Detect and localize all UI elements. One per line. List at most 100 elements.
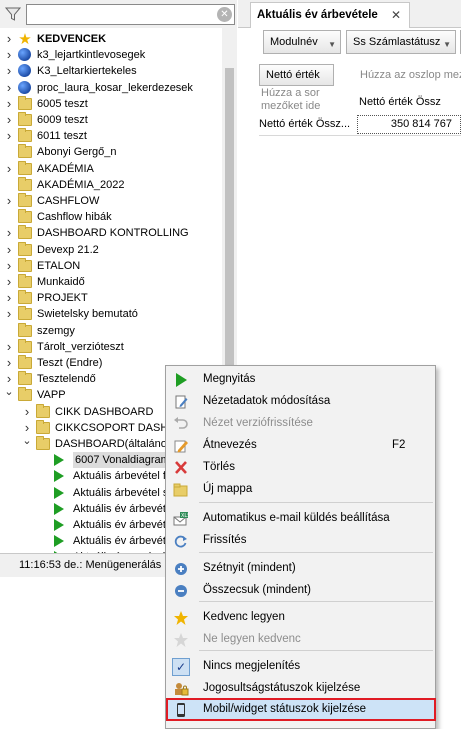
expand-chevron-icon[interactable]: › — [4, 193, 14, 209]
collapse-chevron-icon[interactable]: ⌄ — [22, 436, 32, 452]
tree-item-label: ETALON — [37, 259, 81, 272]
tree-item[interactable]: › ETALON — [4, 257, 222, 274]
column-header[interactable]: Nettó érték Össz — [359, 96, 441, 108]
expand-chevron-icon[interactable]: › — [22, 404, 32, 420]
tree-item[interactable]: szemgy — [4, 322, 222, 339]
no-expander — [4, 209, 14, 225]
menu-item[interactable]: Kedvenc legyen — [167, 607, 435, 629]
tab-strip: Aktuális év árbevétele ✕ — [238, 0, 461, 28]
tree-item[interactable]: › proc_laura_kosar_lekerdezesek — [4, 80, 222, 96]
tree-item[interactable]: › Tárolt_verzióteszt — [4, 338, 222, 355]
scrollbar-thumb[interactable] — [225, 68, 234, 368]
folder-icon — [18, 355, 32, 369]
no-expander — [40, 452, 50, 468]
measure-field-button[interactable]: Nettó érték — [259, 64, 334, 86]
menu-item-label: Törlés — [203, 461, 235, 473]
field-button-modulnev[interactable]: Modulnév ▼ — [263, 30, 341, 54]
tree-item-label: Aktuális árbevétel s — [73, 486, 169, 499]
tree-item[interactable]: › 6011 teszt — [4, 128, 222, 144]
menu-item[interactable]: Frissítés — [167, 530, 435, 552]
collapse-chevron-icon[interactable]: ⌄ — [4, 387, 14, 403]
globe-icon — [18, 48, 31, 62]
folder-icon — [18, 112, 32, 126]
expand-chevron-icon[interactable]: › — [4, 96, 14, 112]
folder-icon — [18, 257, 32, 272]
tree-item[interactable]: › PROJEKT — [4, 290, 222, 306]
tree-item[interactable]: › k3_lejartkintlevosegek — [4, 47, 222, 63]
expand-chevron-icon[interactable]: › — [4, 306, 14, 322]
filter-funnel-icon[interactable] — [4, 5, 22, 23]
menu-item-label: Kedvenc legyen — [203, 611, 285, 623]
folder-icon — [18, 371, 32, 386]
filter-funnel-icon[interactable]: ▼ — [443, 34, 451, 56]
globe-icon — [18, 64, 31, 78]
rename-pencil-icon — [173, 439, 189, 453]
tree-item-label: PROJEKT — [37, 292, 88, 305]
menu-item[interactable]: Új mappa — [167, 479, 435, 501]
expand-chevron-icon[interactable]: › — [22, 420, 32, 436]
expand-chevron-icon[interactable]: › — [4, 161, 14, 177]
tree-item[interactable]: › 6009 teszt — [4, 112, 222, 128]
grand-total-cell[interactable]: 350 814 767 — [357, 115, 461, 134]
clear-search-icon[interactable]: ✕ — [217, 7, 232, 22]
tree-item-label: k3_lejartkintlevosegek — [37, 49, 146, 62]
tree-item[interactable]: AKADÉMIA_2022 — [4, 176, 222, 193]
expand-chevron-icon[interactable]: › — [4, 128, 14, 144]
menu-item[interactable]: Összecsuk (mindent) — [167, 580, 435, 602]
menu-item[interactable]: Nézetadatok módosítása — [167, 391, 435, 413]
undo-icon — [173, 417, 189, 431]
expand-chevron-icon[interactable]: › — [4, 371, 14, 387]
no-expander — [40, 468, 50, 484]
tree-item-label: Tárolt_verzióteszt — [37, 340, 124, 353]
folder-icon — [36, 436, 50, 450]
expand-chevron-icon[interactable]: › — [4, 63, 14, 79]
tree-item[interactable]: › CASHFLOW — [4, 193, 222, 209]
menu-item[interactable]: Megnyitás — [167, 369, 435, 391]
field-button-szamlastatusz[interactable]: Ss Számlastátusz ▼ — [346, 30, 456, 54]
tree-item[interactable]: › Munkaidő — [4, 274, 222, 290]
expand-chevron-icon[interactable]: › — [4, 80, 14, 96]
filter-funnel-icon[interactable]: ▼ — [328, 34, 336, 56]
tree-item[interactable]: › Devexp 21.2 — [4, 241, 222, 258]
tree-item-label: Munkaidő — [37, 276, 85, 288]
expand-chevron-icon[interactable]: › — [4, 355, 14, 371]
menu-item-label: Mobil/widget státuszok kijelzése — [203, 703, 366, 715]
no-expander — [40, 517, 50, 533]
tree-item-label: 6011 teszt — [37, 130, 87, 143]
expand-chevron-icon[interactable]: › — [4, 225, 14, 241]
tab-current-year-revenue[interactable]: Aktuális év árbevétele ✕ — [250, 2, 410, 28]
menu-item[interactable]: XLS Automatikus e-mail küldés beállítása — [167, 508, 435, 530]
expand-chevron-icon[interactable]: › — [4, 258, 14, 274]
expand-chevron-icon[interactable]: › — [4, 274, 14, 290]
expand-chevron-icon[interactable]: › — [4, 47, 14, 63]
tree-item-label: Devexp 21.2 — [37, 243, 99, 256]
tree-search-input[interactable] — [27, 5, 207, 24]
context-menu: Megnyitás Nézetadatok módosítása Nézet ver… — [165, 365, 436, 729]
tree-item[interactable]: › DASHBOARD KONTROLLING — [4, 225, 222, 241]
tree-item[interactable]: Cashflow hibák — [4, 209, 222, 225]
menu-item[interactable]: Szétnyit (mindent) — [167, 558, 435, 580]
menu-item[interactable]: Átnevezés F2 — [167, 435, 435, 457]
expand-chevron-icon[interactable]: › — [4, 242, 14, 258]
field-button-label: Ss Számlastátusz — [353, 36, 441, 48]
tree-item[interactable]: Abonyi Gergő_n — [4, 144, 222, 160]
tab-close-icon[interactable]: ✕ — [391, 8, 401, 22]
tree-item[interactable]: › AKADÉMIA — [4, 160, 222, 177]
tree-item[interactable]: › 6005 teszt — [4, 95, 222, 112]
tree-item-label: K3_Leltarkiertekeles — [37, 65, 137, 78]
menu-item[interactable]: Jogosultságstátuszok kijelzése — [167, 678, 435, 700]
tree-item[interactable]: › K3_Leltarkiertekeles — [4, 63, 222, 79]
expand-chevron-icon[interactable]: › — [4, 339, 14, 355]
expand-chevron-icon[interactable]: › — [4, 290, 14, 306]
menu-item[interactable]: Törlés — [167, 457, 435, 479]
tree-search-box: ✕ — [26, 4, 235, 25]
expand-chevron-icon[interactable]: › — [4, 31, 14, 47]
expand-chevron-icon[interactable]: › — [4, 112, 14, 128]
row-header[interactable]: Nettó érték Össz... — [259, 118, 350, 130]
menu-item[interactable]: ✓ Nincs megjelenítés — [167, 656, 435, 678]
lock-user-icon — [173, 682, 189, 696]
menu-item[interactable]: Mobil/widget státuszok kijelzése — [166, 698, 436, 721]
play-icon — [54, 486, 64, 499]
tree-item[interactable]: › Swietelsky bemutató — [4, 306, 222, 322]
tree-item[interactable]: › ★ KEDVENCEK — [4, 31, 222, 47]
